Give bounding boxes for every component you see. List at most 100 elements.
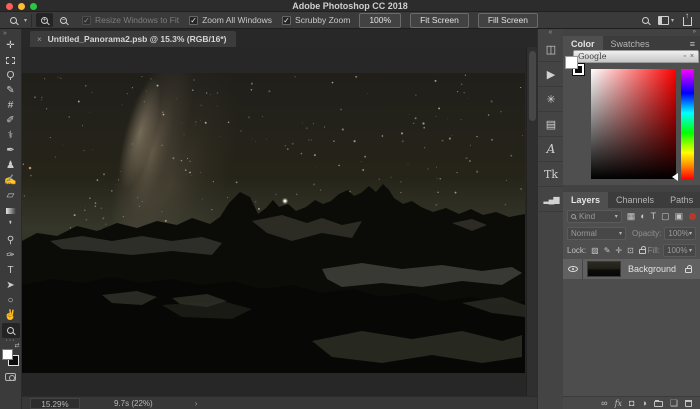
canvas-area[interactable]	[22, 47, 526, 396]
zoom-in-icon	[41, 17, 48, 24]
fill-screen-button[interactable]: Fill Screen	[478, 13, 538, 28]
zoom-in-button[interactable]	[36, 13, 53, 27]
layer-mask-icon[interactable]: ◘	[629, 398, 634, 408]
shape-tool[interactable]: ○	[2, 293, 20, 308]
tab-channels[interactable]: Channels	[608, 192, 662, 208]
path-selection-tool-icon: ➤	[6, 278, 14, 293]
filter-adjustment-icon[interactable]: ◐	[640, 211, 645, 222]
path-selection-tool[interactable]: ➤	[2, 278, 20, 293]
filter-kind-dropdown[interactable]: Kind ▾	[567, 210, 622, 223]
hand-tool[interactable]: ✌	[2, 308, 20, 323]
layer-effects-icon[interactable]: fx	[615, 399, 622, 408]
status-options-icon[interactable]: ›	[195, 399, 198, 408]
chevron-down-icon: ▾	[615, 213, 618, 220]
zoom-level-field[interactable]: 15.29%	[30, 398, 80, 409]
close-icon[interactable]: ×	[690, 51, 694, 62]
foreground-color-swatch[interactable]	[2, 349, 13, 360]
opacity-dropdown[interactable]: 100% ▾	[664, 227, 696, 240]
actions-panel-icon: ▶	[547, 68, 555, 81]
adjustment-layer-icon[interactable]: ◑	[641, 398, 646, 408]
dodge-tool[interactable]: ⚲	[2, 233, 20, 248]
blend-mode-dropdown[interactable]: Normal ▾	[567, 227, 626, 240]
workspace-switcher[interactable]: ▾	[658, 16, 674, 25]
link-layers-icon[interactable]: ∞	[601, 398, 607, 408]
saturation-brightness-field[interactable]	[591, 69, 676, 179]
history-brush-tool[interactable]: ✍	[2, 173, 20, 188]
search-icon[interactable]	[642, 17, 649, 24]
character-panel-icon[interactable]: A	[538, 137, 564, 162]
layer-thumbnail[interactable]	[587, 261, 621, 277]
adjustments-panel-icon[interactable]: ✳	[538, 87, 564, 112]
zoom-out-button[interactable]	[55, 13, 72, 27]
tab-paths[interactable]: Paths	[662, 192, 700, 208]
filter-smartobject-icon[interactable]: ▣	[675, 211, 684, 222]
lasso-tool[interactable]: Ϙ	[2, 68, 20, 83]
dock-expand-icon[interactable]: «	[538, 29, 563, 37]
zoom-tool[interactable]	[2, 323, 20, 338]
hue-slider-pointer[interactable]	[672, 173, 678, 181]
filter-shape-icon[interactable]: ▢	[661, 211, 670, 222]
color-panel-body: Google ▫ ×	[563, 52, 700, 185]
zoom-out-icon	[60, 17, 67, 24]
minimize-icon[interactable]: ▫	[683, 51, 685, 62]
chevron-down-icon[interactable]: ▾	[24, 17, 27, 24]
toolbar-collapse-icon[interactable]: »	[0, 29, 7, 38]
checkbox-zoom-all-windows[interactable]: ✓Zoom All Windows	[189, 15, 272, 25]
pen-tool[interactable]: ✑	[2, 248, 20, 263]
history-panel-icon[interactable]: ◫	[538, 37, 564, 62]
swap-colors-icon[interactable]: ⇄	[14, 342, 19, 349]
document-tab[interactable]: × Untitled_Panorama2.psb @ 15.3% (RGB/16…	[30, 31, 236, 47]
zoom-tool-preset[interactable]	[5, 13, 22, 27]
checkbox-scrubby-zoom[interactable]: ✓Scrubby Zoom	[282, 15, 350, 25]
lock-transparency-icon[interactable]: ▨	[591, 246, 599, 255]
lock-artboard-icon[interactable]: ⊡	[627, 246, 634, 255]
layer-row-background[interactable]: Background	[563, 259, 700, 279]
eraser-tool[interactable]: ▱	[2, 188, 20, 203]
document-image[interactable]	[22, 73, 525, 373]
pen-tool-icon: ✑	[6, 248, 14, 263]
fit-screen-button[interactable]: Fit Screen	[410, 13, 469, 28]
styles-panel-icon[interactable]: ▤	[538, 112, 564, 137]
lock-pixels-icon[interactable]: ✎	[604, 246, 611, 255]
delete-layer-icon[interactable]	[685, 400, 692, 407]
blur-tool[interactable]: ❜	[2, 218, 20, 233]
filter-kind-label: Kind	[579, 212, 595, 221]
quick-mask-icon[interactable]	[5, 373, 16, 381]
filter-toggle[interactable]	[689, 213, 696, 220]
color-group-header[interactable]: »	[563, 29, 700, 36]
filter-type-icon[interactable]: T	[651, 211, 657, 222]
lock-label: Lock:	[567, 246, 586, 255]
layers-group-header[interactable]	[563, 185, 700, 192]
brush-tool[interactable]: ✒	[2, 143, 20, 158]
eyedropper-tool[interactable]: ✐	[2, 113, 20, 128]
google-floating-window[interactable]: Google ▫ ×	[573, 50, 699, 63]
tab-layers[interactable]: Layers	[563, 192, 608, 208]
move-tool[interactable]: ✛	[2, 38, 20, 53]
typekit-panel-icon[interactable]: Tk	[538, 162, 564, 187]
gradient-tool[interactable]	[2, 203, 20, 218]
clone-stamp-tool[interactable]: ♟	[2, 158, 20, 173]
layer-visibility-toggle[interactable]	[563, 259, 583, 279]
histogram-panel-icon[interactable]: ▂▄▆	[538, 187, 564, 212]
lock-position-icon[interactable]: ✛	[615, 246, 622, 255]
type-tool[interactable]: T	[2, 263, 20, 278]
blend-mode-row: Normal ▾ Opacity: 100% ▾	[563, 225, 700, 242]
lock-all-icon[interactable]	[639, 249, 646, 254]
scrollbar-thumb[interactable]	[529, 51, 536, 121]
healing-brush-tool[interactable]: ⚕	[2, 128, 20, 143]
close-tab-icon[interactable]: ×	[37, 35, 42, 44]
foreground-color-swatch[interactable]	[565, 56, 578, 69]
vertical-scrollbar[interactable]	[526, 47, 537, 396]
crop-tool[interactable]: #	[2, 98, 20, 113]
new-group-icon[interactable]	[654, 401, 663, 407]
hue-slider[interactable]	[681, 69, 694, 179]
marquee-tool[interactable]	[2, 53, 20, 68]
filter-image-icon[interactable]: ▦	[627, 211, 636, 222]
quick-selection-tool[interactable]: ✎	[2, 83, 20, 98]
actions-panel-icon[interactable]: ▶	[538, 62, 564, 87]
share-icon[interactable]	[683, 17, 692, 26]
new-layer-icon[interactable]: ❏	[670, 398, 678, 409]
100--button[interactable]: 100%	[359, 13, 401, 28]
fill-dropdown[interactable]: 100% ▾	[663, 244, 696, 257]
status-bar: 15.29% 9.7s (22%) ›	[22, 396, 537, 409]
